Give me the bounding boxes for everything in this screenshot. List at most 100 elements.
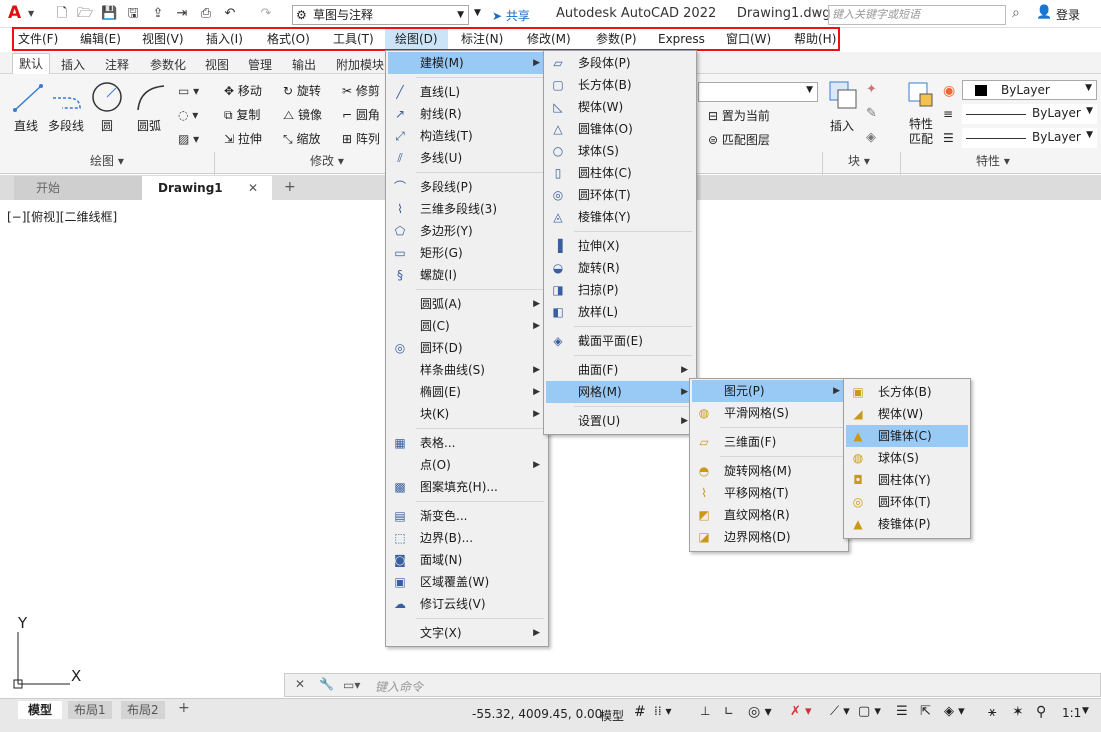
- annotation-visibility-icon[interactable]: ⚹: [988, 704, 996, 720]
- auto-scale-icon[interactable]: ✶: [1012, 704, 1024, 720]
- menu-modify[interactable]: 修改(M): [524, 31, 574, 47]
- menu-insert[interactable]: 插入(I): [203, 31, 246, 47]
- line-button[interactable]: 直线: [14, 117, 38, 134]
- menu-item[interactable]: ▱ 三维面(F): [692, 431, 846, 453]
- autocad-logo[interactable]: A: [8, 3, 21, 23]
- mirror-button[interactable]: ⧍ 镜像: [283, 106, 322, 123]
- menu-item[interactable]: 网格(M) ▶: [546, 381, 694, 403]
- menu-item[interactable]: ⫽ 多线(U): [388, 147, 546, 169]
- app-menu-arrow-icon[interactable]: ▼: [28, 9, 34, 18]
- match-layer-button[interactable]: ⊜ 匹配图层: [708, 131, 770, 148]
- match-properties-button[interactable]: 特性 匹配: [909, 117, 933, 147]
- menu-item[interactable]: 样条曲线(S) ▶: [388, 359, 546, 381]
- menu-item[interactable]: 椭圆(E) ▶: [388, 381, 546, 403]
- color-select[interactable]: ByLayer ▼: [962, 80, 1097, 100]
- rotate-button[interactable]: ↻ 旋转: [283, 82, 321, 99]
- menu-item[interactable]: 点(O) ▶: [388, 454, 546, 476]
- tab-home[interactable]: 默认: [12, 53, 51, 74]
- tab-start[interactable]: 开始: [14, 176, 142, 200]
- tab-model[interactable]: 模型: [18, 701, 63, 719]
- menu-item[interactable]: 块(K) ▶: [388, 403, 546, 425]
- tab-layout1[interactable]: 布局1: [68, 701, 112, 719]
- menu-item[interactable]: ◢ 楔体(W): [846, 403, 968, 425]
- color-wheel-icon[interactable]: ◉: [943, 83, 955, 99]
- menu-item[interactable]: 圆(C) ▶: [388, 315, 546, 337]
- menu-item[interactable]: 建模(M) ▶: [388, 52, 546, 74]
- transparency-icon[interactable]: ⇱: [920, 704, 931, 719]
- menu-item[interactable]: ⬚ 边界(B)...: [388, 527, 546, 549]
- move-button[interactable]: ✥ 移动: [224, 82, 262, 99]
- circle-icon[interactable]: [90, 80, 124, 114]
- open-icon[interactable]: 🗁: [77, 6, 93, 22]
- attribute-icon[interactable]: ◈: [866, 130, 876, 145]
- object-track-icon[interactable]: ▢ ▾: [858, 704, 881, 719]
- line-icon[interactable]: [12, 82, 44, 114]
- new-tab-icon[interactable]: +: [284, 179, 296, 195]
- menu-window[interactable]: 窗口(W): [723, 31, 774, 47]
- menu-view[interactable]: 视图(V): [139, 31, 187, 47]
- linetype-select[interactable]: ByLayer ▼: [962, 104, 1097, 124]
- menu-edit[interactable]: 编辑(E): [77, 31, 124, 47]
- menu-item[interactable]: ◒ 旋转(R): [546, 257, 694, 279]
- close-icon[interactable]: ✕: [248, 176, 258, 200]
- hatch-small-icon[interactable]: ◌ ▾: [178, 108, 198, 122]
- isodraft-icon[interactable]: ✗ ▾: [790, 704, 812, 719]
- tab-layout2[interactable]: 布局2: [121, 701, 165, 719]
- command-input[interactable]: 键入命令: [375, 678, 423, 695]
- polar-icon[interactable]: ◎ ▾: [748, 704, 772, 720]
- trim-button[interactable]: ✂ 修剪: [342, 82, 380, 99]
- menu-parametric[interactable]: 参数(P): [593, 31, 640, 47]
- menu-file[interactable]: 文件(F): [15, 31, 61, 47]
- menu-item[interactable]: ▣ 区域覆盖(W): [388, 571, 546, 593]
- menu-item[interactable]: § 螺旋(I): [388, 264, 546, 286]
- upload-icon[interactable]: ⇪: [150, 6, 166, 22]
- polyline-icon[interactable]: [50, 84, 84, 114]
- edit-block-icon[interactable]: ✎: [866, 106, 877, 121]
- menu-item[interactable]: ▤ 渐变色...: [388, 505, 546, 527]
- menu-item[interactable]: ◍ 平滑网格(S): [692, 402, 846, 424]
- scale-select[interactable]: 1:1: [1062, 706, 1081, 720]
- menu-item[interactable]: ⌇ 三维多段线(3): [388, 198, 546, 220]
- stretch-button[interactable]: ⇲ 拉伸: [224, 130, 262, 147]
- menu-item[interactable]: ◨ 扫掠(P): [546, 279, 694, 301]
- new-icon[interactable]: 🗋: [54, 6, 70, 22]
- draw-panel-title[interactable]: 绘图 ▾: [90, 152, 124, 169]
- menu-item[interactable]: ◩ 直纹网格(R): [692, 504, 846, 526]
- menu-item[interactable]: 圆弧(A) ▶: [388, 293, 546, 315]
- menu-item[interactable]: ↗ 射线(R): [388, 103, 546, 125]
- tab-output[interactable]: 输出: [292, 56, 316, 73]
- chevron-down-icon[interactable]: ▼: [1082, 706, 1089, 716]
- menu-item[interactable]: ╱ 直线(L): [388, 81, 546, 103]
- menu-item[interactable]: ▦ 表格...: [388, 432, 546, 454]
- infer-icon[interactable]: ⊥: [700, 704, 710, 718]
- copy-button[interactable]: ⧉ 复制: [224, 106, 260, 123]
- viewport-controls[interactable]: [−][俯视][二维线框]: [7, 208, 117, 225]
- properties-panel-title[interactable]: 特性 ▾: [976, 152, 1010, 169]
- menu-draw[interactable]: 绘图(D): [385, 29, 448, 49]
- menu-item[interactable]: ◎ 圆环体(T): [846, 491, 968, 513]
- menu-item[interactable]: 设置(U) ▶: [546, 410, 694, 432]
- lineweight-toggle-icon[interactable]: ☰: [896, 704, 908, 719]
- insert-block-icon[interactable]: [826, 78, 860, 112]
- menu-express[interactable]: Express: [655, 31, 708, 47]
- boundary-small-icon[interactable]: ▨ ▾: [178, 132, 199, 146]
- circle-button[interactable]: 圆: [101, 117, 113, 134]
- create-block-icon[interactable]: ✦: [866, 82, 877, 97]
- share-button[interactable]: ➤ 共享: [492, 7, 530, 24]
- menu-item[interactable]: ◈ 截面平面(E): [546, 330, 694, 352]
- save-as-icon[interactable]: 🖫: [125, 6, 141, 22]
- menu-help[interactable]: 帮助(H): [791, 31, 839, 47]
- menu-item[interactable]: ▯ 圆柱体(C): [546, 162, 694, 184]
- object-snap-icon[interactable]: ⟋ ▾: [830, 704, 850, 719]
- rectangle-icon[interactable]: ▭ ▾: [178, 84, 199, 98]
- menu-item[interactable]: ◘ 圆柱体(Y): [846, 469, 968, 491]
- menu-item[interactable]: ○ 球体(S): [546, 140, 694, 162]
- arc-button[interactable]: 圆弧: [137, 117, 161, 134]
- search-input[interactable]: 键入关键字或短语: [828, 5, 1006, 25]
- menu-item[interactable]: ◍ 球体(S): [846, 447, 968, 469]
- menu-item[interactable]: 文字(X) ▶: [388, 622, 546, 644]
- add-layout-icon[interactable]: +: [178, 700, 190, 716]
- menu-item[interactable]: ▩ 图案填充(H)...: [388, 476, 546, 498]
- tab-manage[interactable]: 管理: [248, 56, 272, 73]
- menu-item[interactable]: ◪ 边界网格(D): [692, 526, 846, 548]
